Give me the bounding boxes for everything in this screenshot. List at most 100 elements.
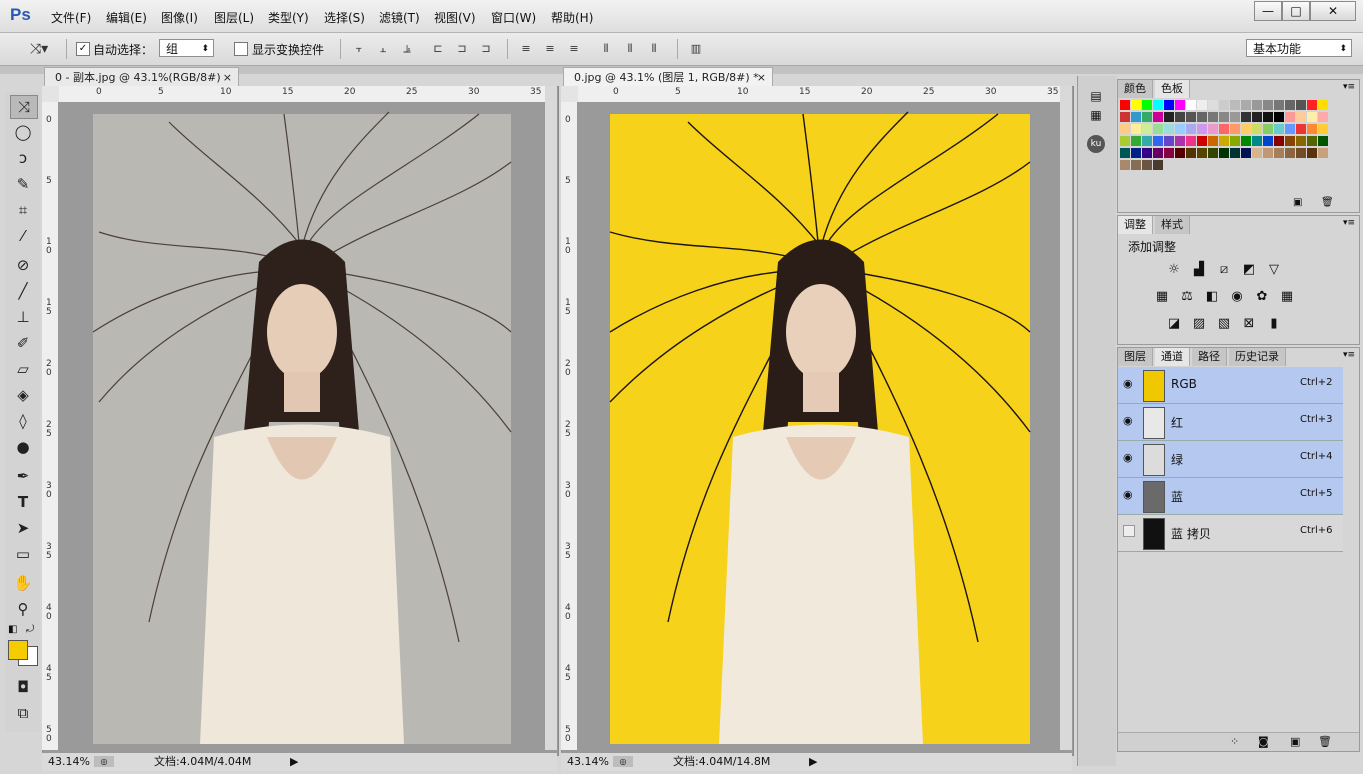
- color-swatch[interactable]: [1120, 136, 1130, 146]
- distribute-right-icon[interactable]: ⦀: [646, 41, 662, 57]
- color-swatch[interactable]: [1175, 124, 1185, 134]
- vibrance-icon[interactable]: ▽: [1266, 263, 1282, 277]
- color-swatch[interactable]: [1164, 100, 1174, 110]
- color-swatch[interactable]: [1241, 124, 1251, 134]
- align-hcenter-icon[interactable]: ⊐: [454, 41, 470, 57]
- color-swatch[interactable]: [1274, 148, 1284, 158]
- history-brush-tool-icon[interactable]: ✐: [10, 332, 36, 354]
- doc1-scrollbar[interactable]: [545, 86, 557, 750]
- color-swatch[interactable]: [1120, 100, 1130, 110]
- color-swatch[interactable]: [1230, 136, 1240, 146]
- menu-edit[interactable]: 编辑(E): [106, 9, 147, 26]
- default-colors-icon[interactable]: ◧: [8, 624, 17, 635]
- load-selection-icon[interactable]: ⁘: [1230, 735, 1239, 748]
- distribute-hcenter-icon[interactable]: ⦀: [622, 41, 638, 57]
- auto-align-icon[interactable]: ▥: [688, 41, 704, 57]
- doc2-status-arrow-icon[interactable]: ▶: [809, 753, 817, 771]
- color-swatch[interactable]: [1263, 148, 1273, 158]
- color-swatch[interactable]: [1241, 136, 1251, 146]
- color-swatch[interactable]: [1263, 100, 1273, 110]
- distribute-bottom-icon[interactable]: ≡: [566, 41, 582, 57]
- color-swatch[interactable]: [1307, 100, 1317, 110]
- color-swatch[interactable]: [1197, 136, 1207, 146]
- quick-mask-icon[interactable]: ◘: [10, 676, 36, 698]
- dodge-tool-icon[interactable]: ●: [10, 436, 36, 458]
- color-swatch[interactable]: [1142, 100, 1152, 110]
- color-swatch[interactable]: [1252, 100, 1262, 110]
- selective-color-icon[interactable]: ⊠: [1241, 317, 1257, 331]
- color-swatch[interactable]: [1230, 148, 1240, 158]
- color-swatch[interactable]: [1263, 124, 1273, 134]
- healing-tool-icon[interactable]: ⊘: [10, 254, 36, 276]
- color-swatch[interactable]: [1175, 136, 1185, 146]
- foreground-color-swatch[interactable]: [8, 640, 28, 660]
- color-swatch[interactable]: [1307, 148, 1317, 158]
- type-tool-icon[interactable]: T: [10, 491, 36, 513]
- curves-icon[interactable]: ⧄: [1216, 263, 1232, 277]
- color-swatch[interactable]: [1208, 148, 1218, 158]
- move-tool-preset-icon[interactable]: ⤨▾: [24, 41, 54, 57]
- color-swatch[interactable]: [1131, 148, 1141, 158]
- color-swatch[interactable]: [1186, 112, 1196, 122]
- color-swatch[interactable]: [1164, 112, 1174, 122]
- crop-tool-icon[interactable]: ⌗: [10, 199, 36, 221]
- doc2-scrollbar[interactable]: [1060, 86, 1072, 750]
- menu-window[interactable]: 窗口(W): [491, 9, 536, 26]
- color-swatch[interactable]: [1296, 136, 1306, 146]
- color-swatch[interactable]: [1164, 136, 1174, 146]
- color-swatch[interactable]: [1131, 124, 1141, 134]
- exposure-icon[interactable]: ◩: [1241, 263, 1257, 277]
- color-swatch[interactable]: [1296, 148, 1306, 158]
- color-swatch[interactable]: [1230, 112, 1240, 122]
- color-swatch[interactable]: [1186, 124, 1196, 134]
- doc2-tab[interactable]: 0.jpg @ 43.1% (图层 1, RGB/8#) * ×: [563, 67, 773, 87]
- doc2-status-icon[interactable]: ◎: [613, 756, 633, 767]
- color-swatch[interactable]: [1219, 136, 1229, 146]
- visibility-toggle-empty[interactable]: [1123, 525, 1135, 537]
- blur-tool-icon[interactable]: ◊: [10, 410, 36, 432]
- workspace-dropdown[interactable]: 基本功能 ⬍: [1246, 39, 1352, 57]
- doc2-zoom-field[interactable]: 43.14%: [567, 753, 609, 771]
- color-swatch[interactable]: [1175, 148, 1185, 158]
- color-swatch[interactable]: [1120, 148, 1130, 158]
- color-lookup-icon[interactable]: ▦: [1279, 290, 1295, 304]
- channel-row-blue[interactable]: ◉ 蓝 Ctrl+5: [1118, 478, 1343, 515]
- color-swatch[interactable]: [1131, 112, 1141, 122]
- color-swatch[interactable]: [1285, 148, 1295, 158]
- color-swatch[interactable]: [1164, 124, 1174, 134]
- color-swatch[interactable]: [1164, 148, 1174, 158]
- align-bottom-icon[interactable]: ⫡: [399, 41, 415, 57]
- color-swatch[interactable]: [1263, 112, 1273, 122]
- color-swatch[interactable]: [1175, 112, 1185, 122]
- tab-history[interactable]: 历史记录: [1229, 348, 1286, 366]
- color-swatch[interactable]: [1307, 124, 1317, 134]
- color-swatch[interactable]: [1318, 124, 1328, 134]
- color-swatch[interactable]: [1252, 148, 1262, 158]
- bucket-tool-icon[interactable]: ◈: [10, 384, 36, 406]
- color-swatch[interactable]: [1252, 124, 1262, 134]
- color-swatch[interactable]: [1197, 100, 1207, 110]
- color-swatch[interactable]: [1175, 100, 1185, 110]
- color-swatch[interactable]: [1318, 112, 1328, 122]
- hand-tool-icon[interactable]: ✋: [10, 572, 36, 594]
- gradient-map-icon[interactable]: ▮: [1266, 317, 1282, 331]
- color-swatch[interactable]: [1274, 112, 1284, 122]
- color-swatch[interactable]: [1153, 112, 1163, 122]
- threshold-icon[interactable]: ▧: [1216, 317, 1232, 331]
- eraser-tool-icon[interactable]: ▱: [10, 358, 36, 380]
- color-swatch[interactable]: [1120, 124, 1130, 134]
- channel-row-red[interactable]: ◉ 红 Ctrl+3: [1118, 404, 1343, 441]
- color-swatch[interactable]: [1153, 136, 1163, 146]
- channel-mixer-icon[interactable]: ✿: [1254, 290, 1270, 304]
- align-vcenter-icon[interactable]: ⫠: [375, 41, 391, 57]
- brush-tool-icon[interactable]: ╱: [10, 280, 36, 302]
- menu-select[interactable]: 选择(S): [324, 9, 365, 26]
- history-panel-icon[interactable]: ▤: [1086, 86, 1106, 106]
- panel-menu-icon[interactable]: ▾≡: [1343, 82, 1355, 92]
- distribute-top-icon[interactable]: ≡: [518, 41, 534, 57]
- tab-paths[interactable]: 路径: [1192, 348, 1227, 366]
- color-swatch[interactable]: [1153, 100, 1163, 110]
- color-swatch[interactable]: [1296, 124, 1306, 134]
- color-swatch[interactable]: [1285, 100, 1295, 110]
- new-swatch-icon[interactable]: ▣: [1293, 197, 1302, 208]
